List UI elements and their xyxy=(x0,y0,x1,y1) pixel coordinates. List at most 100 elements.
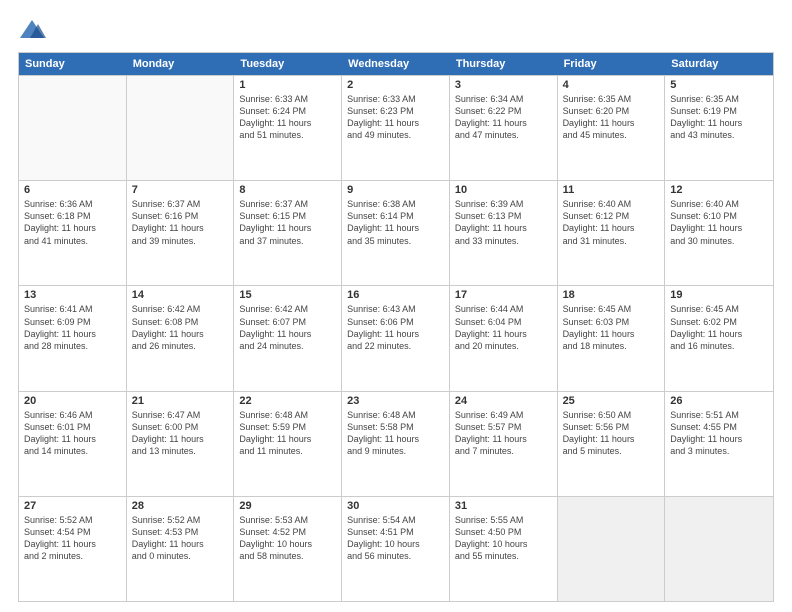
calendar-row-0: 1Sunrise: 6:33 AMSunset: 6:24 PMDaylight… xyxy=(19,75,773,180)
cell-line: and 58 minutes. xyxy=(239,550,336,562)
cell-line: Sunset: 6:22 PM xyxy=(455,105,552,117)
day-number: 30 xyxy=(347,500,444,512)
cell-line: Sunset: 4:51 PM xyxy=(347,526,444,538)
calendar-cell: 21Sunrise: 6:47 AMSunset: 6:00 PMDayligh… xyxy=(127,392,235,496)
calendar-cell: 13Sunrise: 6:41 AMSunset: 6:09 PMDayligh… xyxy=(19,286,127,390)
cell-line: Daylight: 11 hours xyxy=(563,117,660,129)
cell-line: Sunset: 6:15 PM xyxy=(239,210,336,222)
cell-line: Sunrise: 6:38 AM xyxy=(347,198,444,210)
weekday-header-thursday: Thursday xyxy=(450,53,558,75)
cell-line: and 3 minutes. xyxy=(670,445,768,457)
day-number: 9 xyxy=(347,184,444,196)
cell-line: Sunrise: 6:49 AM xyxy=(455,409,552,421)
cell-line: Sunrise: 6:48 AM xyxy=(239,409,336,421)
calendar-cell: 11Sunrise: 6:40 AMSunset: 6:12 PMDayligh… xyxy=(558,181,666,285)
cell-line: Sunrise: 6:45 AM xyxy=(670,303,768,315)
cell-line: Daylight: 11 hours xyxy=(347,117,444,129)
calendar-cell xyxy=(127,76,235,180)
day-number: 5 xyxy=(670,79,768,91)
day-number: 17 xyxy=(455,289,552,301)
cell-line: Sunset: 6:23 PM xyxy=(347,105,444,117)
cell-line: Daylight: 11 hours xyxy=(670,117,768,129)
calendar-cell: 23Sunrise: 6:48 AMSunset: 5:58 PMDayligh… xyxy=(342,392,450,496)
calendar-header: SundayMondayTuesdayWednesdayThursdayFrid… xyxy=(19,53,773,75)
cell-line: and 31 minutes. xyxy=(563,235,660,247)
day-number: 13 xyxy=(24,289,121,301)
day-number: 23 xyxy=(347,395,444,407)
cell-line: and 51 minutes. xyxy=(239,129,336,141)
calendar-cell: 4Sunrise: 6:35 AMSunset: 6:20 PMDaylight… xyxy=(558,76,666,180)
cell-line: Sunset: 4:55 PM xyxy=(670,421,768,433)
cell-line: Sunset: 6:04 PM xyxy=(455,316,552,328)
day-number: 28 xyxy=(132,500,229,512)
calendar-cell: 3Sunrise: 6:34 AMSunset: 6:22 PMDaylight… xyxy=(450,76,558,180)
day-number: 29 xyxy=(239,500,336,512)
weekday-header-sunday: Sunday xyxy=(19,53,127,75)
cell-line: Daylight: 11 hours xyxy=(347,433,444,445)
cell-line: Sunrise: 6:37 AM xyxy=(239,198,336,210)
header xyxy=(18,18,774,42)
calendar-cell: 25Sunrise: 6:50 AMSunset: 5:56 PMDayligh… xyxy=(558,392,666,496)
day-number: 27 xyxy=(24,500,121,512)
cell-line: Sunrise: 6:35 AM xyxy=(670,93,768,105)
cell-line: Daylight: 11 hours xyxy=(24,222,121,234)
calendar-cell: 29Sunrise: 5:53 AMSunset: 4:52 PMDayligh… xyxy=(234,497,342,601)
cell-line: and 30 minutes. xyxy=(670,235,768,247)
weekday-header-wednesday: Wednesday xyxy=(342,53,450,75)
cell-line: Sunset: 6:14 PM xyxy=(347,210,444,222)
calendar-cell: 30Sunrise: 5:54 AMSunset: 4:51 PMDayligh… xyxy=(342,497,450,601)
calendar-cell: 12Sunrise: 6:40 AMSunset: 6:10 PMDayligh… xyxy=(665,181,773,285)
cell-line: Sunset: 6:02 PM xyxy=(670,316,768,328)
day-number: 7 xyxy=(132,184,229,196)
cell-line: Daylight: 11 hours xyxy=(239,433,336,445)
cell-line: Sunset: 6:00 PM xyxy=(132,421,229,433)
cell-line: Sunrise: 6:40 AM xyxy=(563,198,660,210)
cell-line: Daylight: 11 hours xyxy=(239,328,336,340)
cell-line: and 49 minutes. xyxy=(347,129,444,141)
day-number: 21 xyxy=(132,395,229,407)
calendar-cell: 14Sunrise: 6:42 AMSunset: 6:08 PMDayligh… xyxy=(127,286,235,390)
calendar-cell xyxy=(558,497,666,601)
cell-line: and 55 minutes. xyxy=(455,550,552,562)
cell-line: Sunset: 6:12 PM xyxy=(563,210,660,222)
cell-line: Daylight: 11 hours xyxy=(563,433,660,445)
cell-line: and 28 minutes. xyxy=(24,340,121,352)
cell-line: and 41 minutes. xyxy=(24,235,121,247)
cell-line: and 5 minutes. xyxy=(563,445,660,457)
weekday-header-friday: Friday xyxy=(558,53,666,75)
cell-line: and 0 minutes. xyxy=(132,550,229,562)
cell-line: Daylight: 11 hours xyxy=(455,222,552,234)
cell-line: Sunrise: 6:33 AM xyxy=(347,93,444,105)
cell-line: Sunrise: 6:35 AM xyxy=(563,93,660,105)
cell-line: Daylight: 11 hours xyxy=(132,538,229,550)
cell-line: Daylight: 11 hours xyxy=(347,328,444,340)
calendar-cell: 7Sunrise: 6:37 AMSunset: 6:16 PMDaylight… xyxy=(127,181,235,285)
cell-line: Sunset: 4:54 PM xyxy=(24,526,121,538)
calendar-cell: 18Sunrise: 6:45 AMSunset: 6:03 PMDayligh… xyxy=(558,286,666,390)
cell-line: Sunrise: 6:47 AM xyxy=(132,409,229,421)
cell-line: Sunrise: 5:52 AM xyxy=(132,514,229,526)
cell-line: and 43 minutes. xyxy=(670,129,768,141)
cell-line: Sunrise: 5:54 AM xyxy=(347,514,444,526)
cell-line: and 14 minutes. xyxy=(24,445,121,457)
cell-line: Sunrise: 5:53 AM xyxy=(239,514,336,526)
day-number: 14 xyxy=(132,289,229,301)
calendar-body: 1Sunrise: 6:33 AMSunset: 6:24 PMDaylight… xyxy=(19,75,773,601)
cell-line: and 13 minutes. xyxy=(132,445,229,457)
day-number: 6 xyxy=(24,184,121,196)
cell-line: Daylight: 11 hours xyxy=(347,222,444,234)
day-number: 12 xyxy=(670,184,768,196)
calendar-cell: 16Sunrise: 6:43 AMSunset: 6:06 PMDayligh… xyxy=(342,286,450,390)
cell-line: and 56 minutes. xyxy=(347,550,444,562)
calendar-cell: 5Sunrise: 6:35 AMSunset: 6:19 PMDaylight… xyxy=(665,76,773,180)
cell-line: and 7 minutes. xyxy=(455,445,552,457)
calendar-cell: 20Sunrise: 6:46 AMSunset: 6:01 PMDayligh… xyxy=(19,392,127,496)
weekday-header-saturday: Saturday xyxy=(665,53,773,75)
cell-line: and 37 minutes. xyxy=(239,235,336,247)
cell-line: Sunset: 5:57 PM xyxy=(455,421,552,433)
cell-line: and 22 minutes. xyxy=(347,340,444,352)
cell-line: Sunset: 6:09 PM xyxy=(24,316,121,328)
day-number: 8 xyxy=(239,184,336,196)
cell-line: Sunrise: 6:42 AM xyxy=(132,303,229,315)
calendar-cell: 17Sunrise: 6:44 AMSunset: 6:04 PMDayligh… xyxy=(450,286,558,390)
